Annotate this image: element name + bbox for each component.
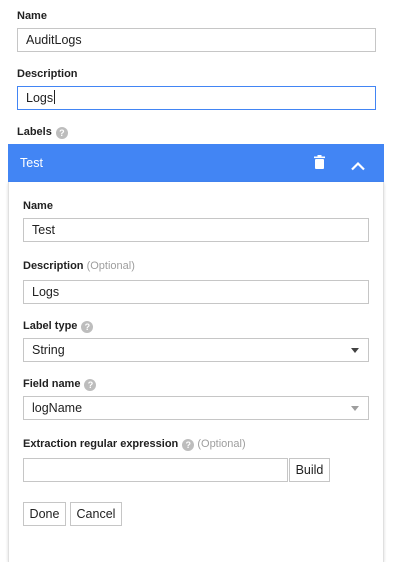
description-input[interactable]: Logs (17, 86, 376, 110)
help-icon[interactable]: ? (81, 321, 94, 333)
label-type-select[interactable]: String (23, 338, 369, 362)
help-icon[interactable]: ? (182, 439, 195, 451)
description-input-value: Logs (26, 91, 54, 105)
build-button[interactable]: Build (289, 458, 330, 482)
optional-hint: (Optional) (197, 438, 246, 450)
label-description-label: Description (Optional) (23, 260, 135, 273)
label-type-label: Label type (23, 320, 78, 332)
label-name-value: Test (32, 223, 55, 237)
description-label: Description (17, 68, 78, 80)
field-name-select[interactable]: logName (23, 396, 369, 420)
field-name-heading: Field name? (23, 378, 97, 391)
chevron-up-icon[interactable] (351, 158, 365, 176)
dropdown-arrow-icon (351, 406, 359, 411)
field-name-value: logName (32, 401, 83, 415)
field-name-label: Field name (23, 378, 81, 390)
label-name-input[interactable]: Test (23, 218, 369, 242)
label-description-value: Logs (32, 285, 60, 299)
trash-icon[interactable] (314, 155, 325, 174)
name-label: Name (17, 10, 47, 22)
done-button[interactable]: Done (23, 502, 66, 526)
label-type-value: String (32, 343, 65, 357)
label-type-heading: Label type? (23, 320, 94, 333)
text-cursor (54, 90, 56, 104)
label-name-label: Name (23, 200, 53, 212)
labels-label: Labels (17, 126, 52, 138)
label-description-input[interactable]: Logs (23, 280, 369, 304)
label-panel-header[interactable]: Test (8, 144, 384, 182)
label-panel-title: Test (20, 156, 43, 170)
labels-heading: Labels? (17, 126, 68, 139)
name-input-value: AuditLogs (26, 33, 82, 47)
name-input[interactable]: AuditLogs (17, 28, 376, 52)
regex-label: Extraction regular expression (23, 438, 179, 450)
regex-input[interactable] (23, 458, 288, 482)
cancel-button[interactable]: Cancel (70, 502, 122, 526)
optional-hint: (Optional) (86, 260, 135, 272)
help-icon[interactable]: ? (55, 127, 68, 139)
regex-heading: Extraction regular expression? (Optional… (23, 438, 246, 451)
dropdown-arrow-icon (351, 348, 359, 353)
help-icon[interactable]: ? (84, 379, 97, 391)
label-description-text: Description (23, 260, 84, 272)
